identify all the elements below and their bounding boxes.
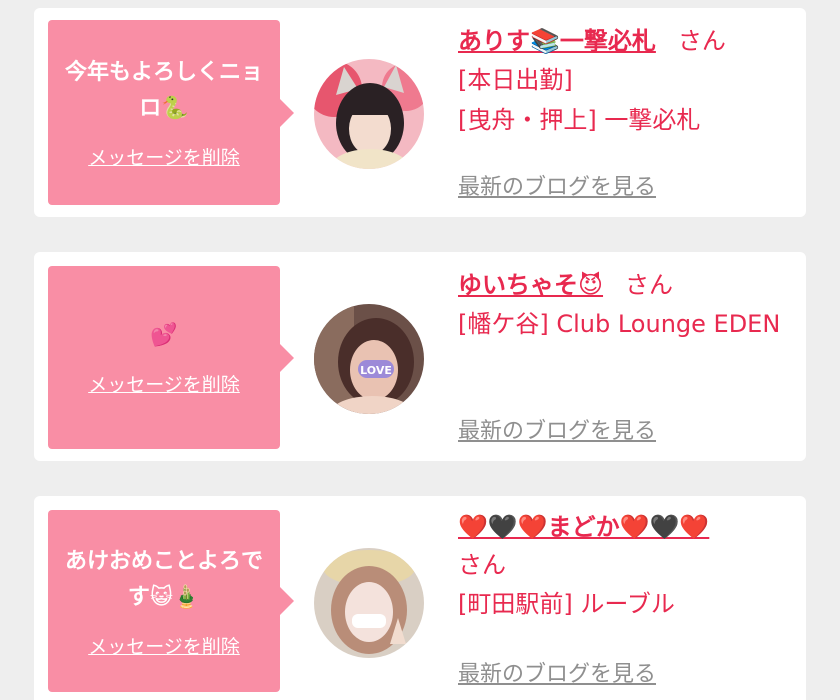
profile-photo-icon: LOVE	[314, 304, 424, 414]
girl-info: ❤️🖤❤️まどか❤️🖤❤️ さん [町田駅前] ルーブル	[458, 508, 798, 624]
shop-name: [幡ケ谷] Club Lounge EDEN	[458, 310, 781, 338]
girl-info: ありす📚一撃必札 さん [本日出勤] [曳舟・押上] 一撃必札	[458, 22, 798, 140]
message-bubble: 今年もよろしくニョロ🐍 メッセージを削除	[48, 20, 294, 205]
latest-blog-link[interactable]: 最新のブログを見る	[458, 169, 656, 201]
girl-info: ゆいちゃそ😈 さん [幡ケ谷] Club Lounge EDEN	[458, 266, 798, 344]
profile-photo-icon	[314, 59, 424, 169]
svg-text:LOVE: LOVE	[360, 364, 392, 377]
name-line: ❤️🖤❤️まどか❤️🖤❤️	[458, 508, 798, 546]
honorific: さん	[677, 27, 726, 55]
name-line: ありす📚一撃必札 さん	[458, 22, 798, 60]
message-text: 💕	[150, 323, 178, 348]
message-text: 今年もよろしくニョロ🐍	[64, 60, 263, 121]
girl-name-link[interactable]: ありす📚一撃必札	[458, 27, 656, 55]
shop-name: [曳舟・押上] 一撃必札	[458, 106, 701, 134]
latest-blog-link[interactable]: 最新のブログを見る	[458, 413, 656, 445]
avatar[interactable]	[314, 548, 424, 658]
honorific: さん	[625, 271, 674, 299]
delete-message-link[interactable]: メッセージを削除	[88, 370, 240, 397]
message-bubble: あけおめことよろです😺🎍 メッセージを削除	[48, 510, 294, 692]
girl-name-link[interactable]: ❤️🖤❤️まどか❤️🖤❤️	[458, 513, 709, 541]
work-status: [本日出勤]	[458, 66, 573, 94]
avatar[interactable]: LOVE	[314, 304, 424, 414]
name-line: ゆいちゃそ😈 さん	[458, 266, 798, 304]
delete-message-link[interactable]: メッセージを削除	[88, 632, 240, 659]
profile-photo-icon	[314, 548, 424, 658]
message-list: 今年もよろしくニョロ🐍 メッセージを削除 ありす📚一撃必札 さん [本日出勤] […	[0, 0, 840, 700]
shop-name: [町田駅前] ルーブル	[458, 590, 675, 618]
message-bubble: 💕 メッセージを削除	[48, 266, 294, 449]
girl-name-link[interactable]: ゆいちゃそ😈	[458, 271, 603, 299]
message-card: 💕 メッセージを削除 LOVE ゆいちゃそ😈 さん [幡ケ谷] Club Loun…	[34, 252, 806, 461]
honorific: さん	[458, 551, 506, 579]
avatar[interactable]	[314, 59, 424, 169]
delete-message-link[interactable]: メッセージを削除	[88, 143, 240, 170]
message-card: 今年もよろしくニョロ🐍 メッセージを削除 ありす📚一撃必札 さん [本日出勤] […	[34, 8, 806, 217]
message-text: あけおめことよろです😺🎍	[64, 548, 263, 610]
latest-blog-link[interactable]: 最新のブログを見る	[458, 656, 656, 688]
message-card: あけおめことよろです😺🎍 メッセージを削除 ❤️🖤❤️まどか❤️🖤❤️ さん […	[34, 496, 806, 700]
